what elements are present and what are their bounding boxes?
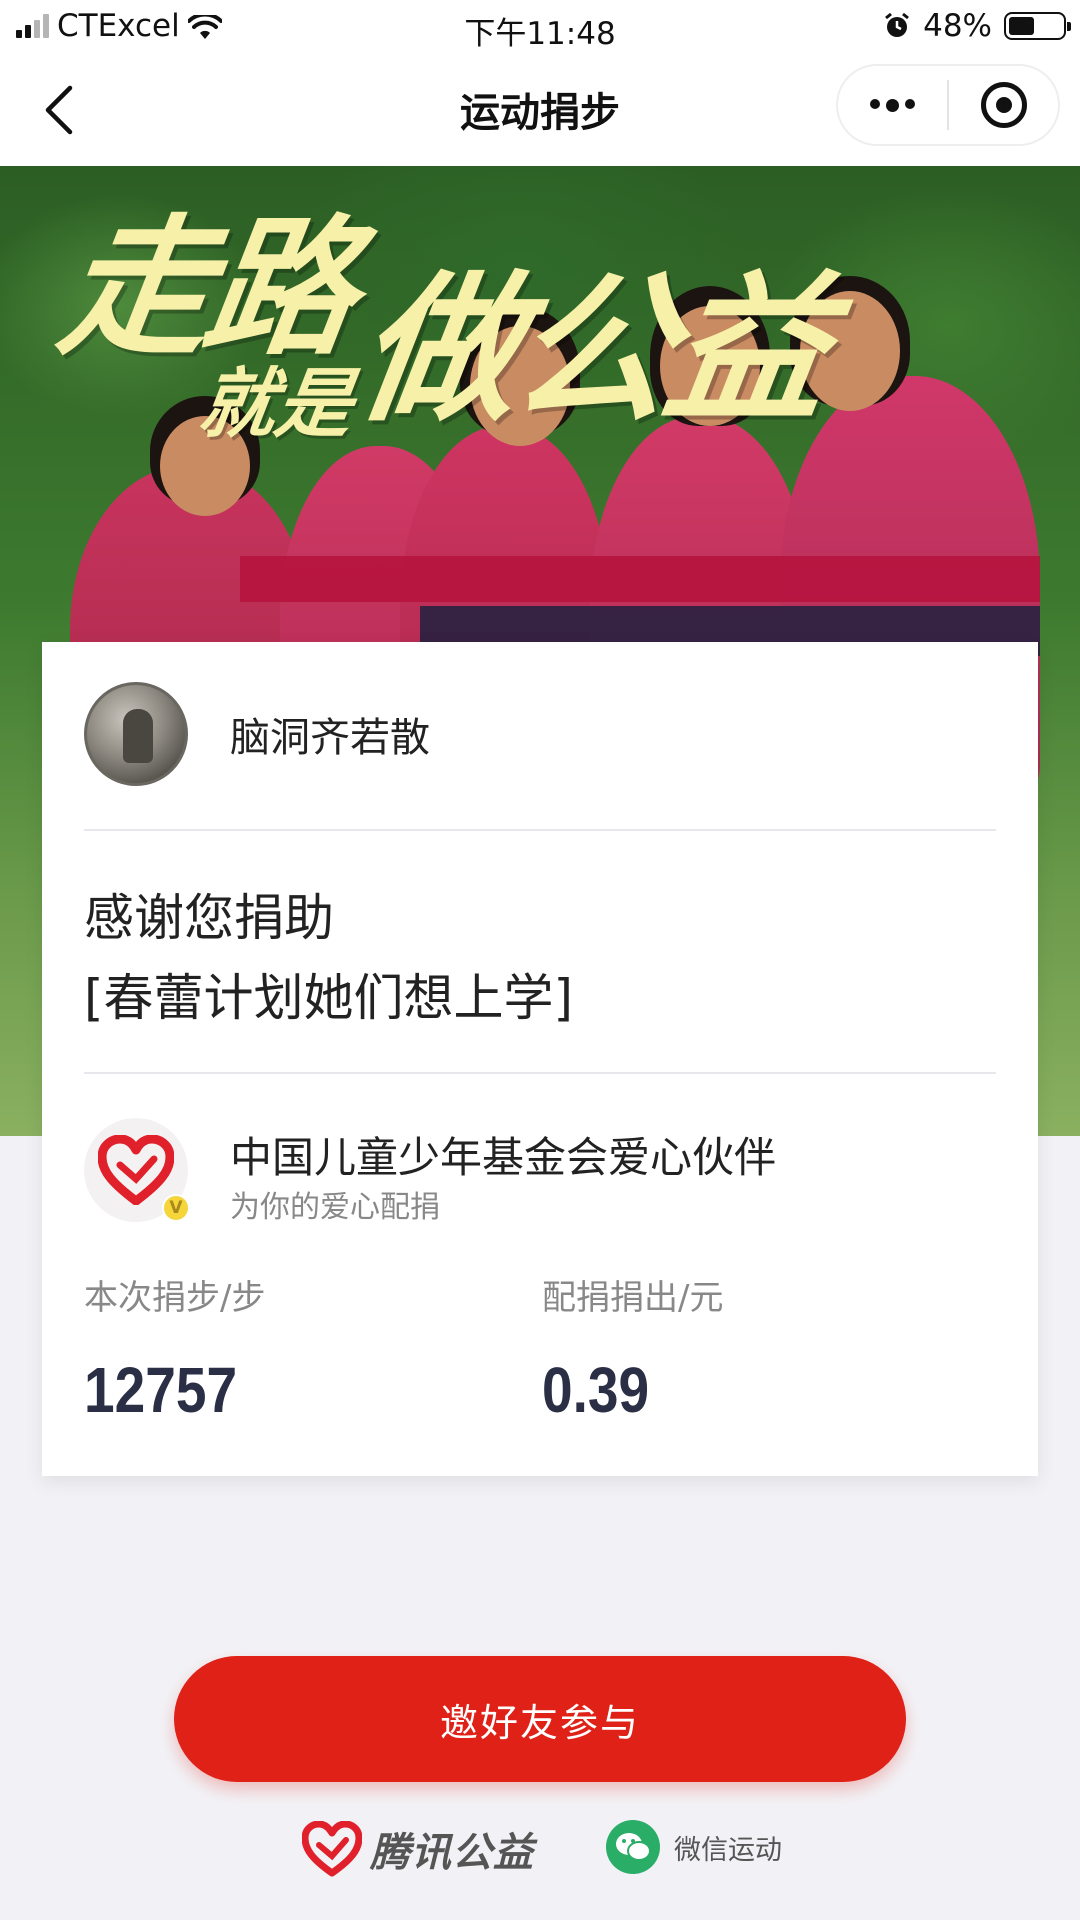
status-right: 48% [883,8,1071,44]
verified-badge: V [162,1194,190,1222]
stat-value: 0.39 [542,1354,650,1426]
close-miniprogram-button[interactable] [949,66,1058,144]
partner-name: 中国儿童少年基金会爱心伙伴 [230,1133,777,1182]
user-row: 脑洞齐若散 [84,682,994,786]
wechat-sport-label: 微信运动 [674,1834,782,1866]
donation-card: 脑洞齐若散 感谢您捐助 [春蕾计划她们想上学] V 中国儿童少年基金会爱心伙伴 … [42,642,1038,1476]
avatar[interactable] [84,682,188,786]
partner-row: V 中国儿童少年基金会爱心伙伴 为你的爱心配捐 [84,1118,996,1225]
thanks-message: 感谢您捐助 [春蕾计划她们想上学] [84,878,573,1038]
divider [84,1072,996,1074]
tencent-charity-logo: 腾讯公益 [302,1820,534,1878]
stat-label: 本次捐步/步 [84,1278,266,1318]
back-button[interactable] [36,82,86,138]
stat-label: 配捐捐出/元 [542,1278,724,1318]
stat-steps: 本次捐步/步 12757 [84,1270,265,1427]
hero-text-walk: 走路 [49,202,363,376]
status-bar: CTExcel 下午11:48 48% [0,0,1080,54]
stat-amount: 配捐捐出/元 0.39 [542,1270,723,1427]
hero-text-charity: 做公益 [346,256,836,443]
tencent-charity-label: 腾讯公益 [370,1830,534,1876]
mini-program-capsule [836,64,1060,146]
heart-icon [302,1821,362,1877]
more-button[interactable] [838,66,947,144]
wechat-icon [606,1820,660,1874]
project-name: [春蕾计划她们想上学] [84,969,574,1027]
hero-text-is: 就是 [193,359,359,448]
user-name: 脑洞齐若散 [230,715,430,761]
hero-sash [240,556,1040,602]
partner-subtitle: 为你的爱心配捐 [230,1190,440,1225]
alarm-icon [883,12,911,40]
wechat-sport-logo: 微信运动 [606,1820,782,1874]
footer: 腾讯公益 微信运动 [0,1814,1080,1884]
invite-friends-button[interactable]: 邀好友参与 [174,1656,906,1782]
more-dots-icon [870,98,915,112]
battery-icon [1004,12,1071,40]
partner-logo: V [84,1118,190,1222]
chevron-left-icon [45,85,73,135]
thanks-line-1: 感谢您捐助 [84,889,334,947]
heart-logo-icon [98,1135,174,1205]
nav-bar: 运动捐步 [0,54,1080,166]
stat-value: 12757 [84,1354,238,1426]
divider [84,829,996,831]
battery-percent: 48% [923,8,992,44]
target-icon [980,82,1027,128]
